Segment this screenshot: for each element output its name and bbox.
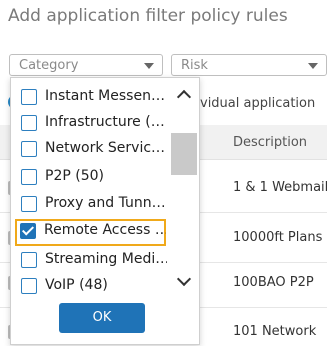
option-label: Instant Messen… (45, 88, 165, 104)
scrollbar-thumb[interactable] (171, 133, 197, 175)
chevron-down-icon (144, 63, 154, 69)
checkbox[interactable] (21, 196, 37, 212)
risk-select[interactable]: Risk (171, 54, 327, 76)
table-row-description: 101 Network (233, 324, 317, 339)
option-label: Remote Access … (44, 222, 166, 238)
chevron-down-icon[interactable] (174, 274, 194, 290)
checkbox[interactable] (21, 278, 37, 294)
checkbox[interactable] (21, 89, 37, 105)
chevron-down-icon (308, 63, 318, 69)
individual-application-label: vidual application (200, 96, 316, 111)
option-label: P2P (50) (45, 168, 104, 184)
category-option[interactable]: Instant Messen… (16, 85, 166, 109)
category-dropdown[interactable]: Instant Messen… Infrastructure (… Networ… (10, 77, 200, 345)
category-option[interactable]: Infrastructure (… (16, 111, 166, 135)
chevron-up-icon[interactable] (174, 88, 194, 104)
category-option[interactable]: Network Servic… (16, 137, 166, 161)
checkbox[interactable] (21, 141, 37, 157)
ok-button[interactable]: OK (59, 303, 145, 333)
checkbox[interactable] (21, 169, 37, 185)
description-column-header: Description (233, 135, 308, 150)
option-label: Streaming Medi… (45, 251, 167, 267)
table-row-description: 100BAO P2P (233, 275, 314, 290)
option-label: Network Servic… (45, 140, 166, 156)
option-label: VoIP (48) (45, 277, 108, 293)
table-row-description: 1 & 1 Webmail (233, 180, 327, 195)
checkbox[interactable] (21, 252, 37, 268)
category-option[interactable]: Streaming Medi… (16, 248, 167, 272)
category-option-focused[interactable]: Remote Access … (15, 219, 166, 246)
category-option[interactable]: Proxy and Tunn… (16, 192, 166, 216)
option-label: Proxy and Tunn… (45, 195, 166, 211)
option-label: Infrastructure (… (45, 114, 165, 130)
risk-select-placeholder: Risk (181, 58, 208, 73)
category-select[interactable]: Category (9, 54, 163, 76)
category-select-placeholder: Category (19, 58, 79, 73)
category-option[interactable]: VoIP (48) (16, 274, 166, 298)
table-row-description: 10000ft Plans (233, 230, 323, 245)
checkbox-checked[interactable] (20, 223, 36, 239)
category-option[interactable]: P2P (50) (16, 165, 166, 189)
checkbox[interactable] (21, 115, 37, 131)
page-title: Add application filter policy rules (8, 6, 288, 26)
